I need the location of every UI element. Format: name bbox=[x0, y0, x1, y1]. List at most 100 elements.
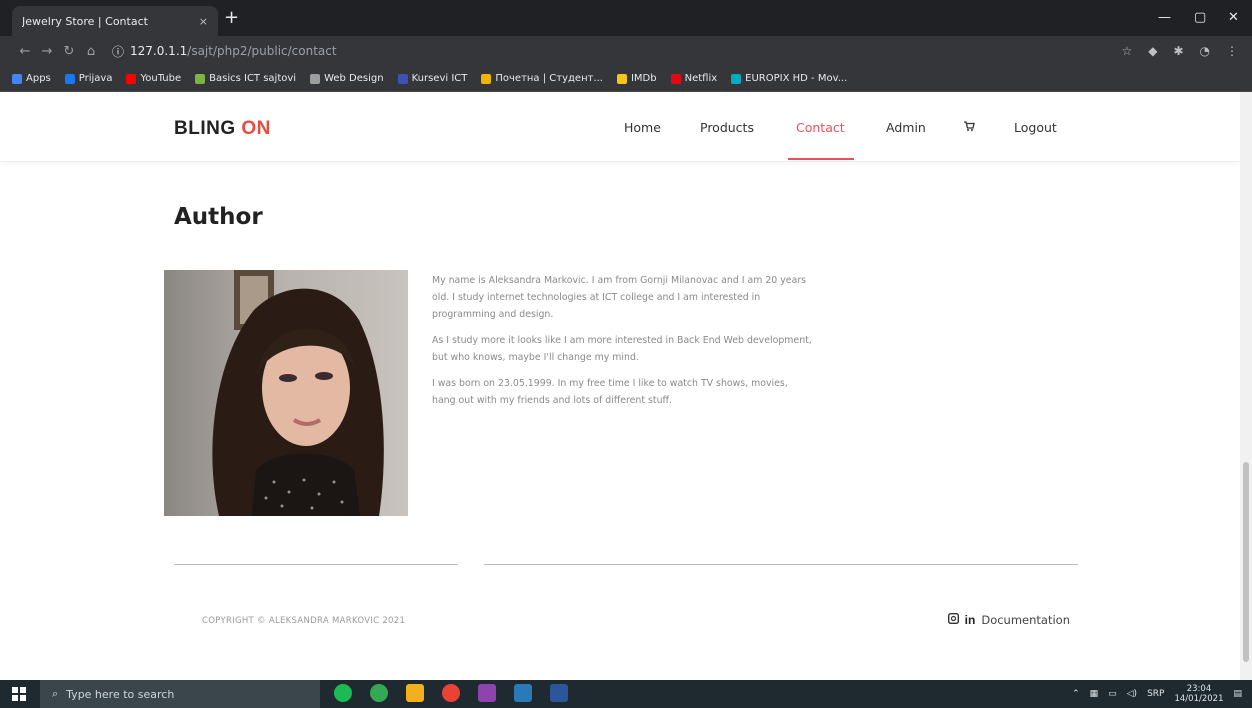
browser-tab[interactable]: Jewelry Store | Contact × bbox=[12, 6, 218, 36]
volume-icon[interactable]: ◁) bbox=[1127, 689, 1137, 699]
windows-start-icon[interactable] bbox=[12, 687, 26, 701]
address-bar-row: ← → ↻ ⌂ ⓘ 127.0.1.1/sajt/php2/public/con… bbox=[0, 36, 1252, 66]
bookmark-item[interactable]: Netflix bbox=[670, 73, 718, 84]
bookmark-label: Basics ICT sajtovi bbox=[209, 73, 297, 84]
bookmark-item[interactable]: Web Design bbox=[310, 73, 384, 84]
bookmark-item[interactable]: IMDb bbox=[616, 73, 657, 84]
bookmark-icon bbox=[397, 73, 408, 84]
bookmark-item[interactable]: Prijava bbox=[64, 73, 113, 84]
scrollbar-thumb[interactable] bbox=[1243, 462, 1249, 662]
close-window-icon[interactable]: ✕ bbox=[1228, 10, 1239, 25]
windows-taskbar: ⌕ Type here to search ⌃ ▦ ▭ ◁) SRP 23:04… bbox=[0, 680, 1252, 708]
info-icon: ⓘ bbox=[112, 44, 125, 59]
chrome-icon[interactable] bbox=[442, 684, 460, 702]
author-photo bbox=[164, 270, 408, 516]
nav-logout[interactable]: Logout bbox=[1014, 120, 1057, 135]
search-icon: ⌕ bbox=[52, 687, 59, 700]
bookmark-label: YouTube bbox=[140, 73, 182, 84]
bookmark-item[interactable]: Почетна | Студент... bbox=[481, 73, 603, 84]
taskbar-search[interactable]: ⌕ Type here to search bbox=[40, 680, 320, 708]
back-icon[interactable]: ← bbox=[14, 44, 36, 59]
author-bio: My name is Aleksandra Markovic. I am fro… bbox=[432, 272, 812, 418]
minimize-icon[interactable]: — bbox=[1158, 10, 1171, 25]
menu-dots-icon[interactable]: ⋮ bbox=[1226, 44, 1238, 58]
forward-icon[interactable]: → bbox=[36, 44, 58, 59]
bookmark-label: Kursevi ICT bbox=[411, 73, 468, 84]
app-icon[interactable] bbox=[370, 684, 388, 702]
system-tray: ⌃ ▦ ▭ ◁) SRP 23:04 14/01/2021 ▤ bbox=[1072, 684, 1242, 704]
language-indicator[interactable]: SRP bbox=[1147, 689, 1164, 699]
footer-divider-left bbox=[174, 564, 458, 565]
instagram-icon[interactable] bbox=[947, 612, 959, 627]
chevron-up-icon[interactable]: ⌃ bbox=[1072, 689, 1080, 699]
bookmark-label: Netflix bbox=[684, 73, 718, 84]
maximize-icon[interactable]: ▢ bbox=[1194, 10, 1206, 25]
nav-contact[interactable]: Contact bbox=[796, 120, 845, 135]
bookmark-icon bbox=[12, 73, 22, 84]
extension-icons: ☆ ◆ ✱ ◔ ⋮ bbox=[1121, 44, 1238, 58]
bookmark-label: Web Design bbox=[324, 73, 384, 84]
network-icon[interactable]: ▦ bbox=[1090, 689, 1099, 699]
bookmark-item[interactable]: YouTube bbox=[126, 73, 181, 84]
footer-links: in Documentation bbox=[947, 612, 1070, 627]
new-tab-button[interactable]: + bbox=[224, 8, 239, 28]
bookmark-label: EUROPIX HD - Mov... bbox=[745, 73, 848, 84]
bio-paragraph: As I study more it looks like I am more … bbox=[432, 335, 812, 363]
app-icon[interactable] bbox=[478, 684, 496, 702]
profile-icon[interactable]: ◔ bbox=[1200, 44, 1210, 58]
puzzle-icon[interactable]: ✱ bbox=[1173, 44, 1183, 58]
bookmark-label: IMDb bbox=[630, 73, 657, 84]
clock[interactable]: 23:04 14/01/2021 bbox=[1174, 684, 1223, 704]
bookmark-item[interactable]: EUROPIX HD - Mov... bbox=[731, 73, 847, 84]
page-title: Author bbox=[174, 204, 263, 230]
bookmark-icon bbox=[481, 73, 492, 84]
page: BLING ON Home Products Contact Admin Log… bbox=[0, 92, 1240, 680]
bookmark-item[interactable]: Basics ICT sajtovi bbox=[195, 73, 296, 84]
url-host: 127.0.1.1 bbox=[130, 44, 188, 58]
nav-home[interactable]: Home bbox=[624, 120, 661, 135]
bookmark-icon bbox=[126, 73, 137, 84]
bookmark-item[interactable]: Kursevi ICT bbox=[397, 73, 468, 84]
url-field[interactable]: ⓘ 127.0.1.1/sajt/php2/public/contact bbox=[112, 43, 337, 60]
cart-icon[interactable] bbox=[963, 120, 975, 135]
home-icon[interactable]: ⌂ bbox=[80, 44, 102, 59]
nav-admin[interactable]: Admin bbox=[886, 120, 926, 135]
footer-divider-right bbox=[484, 564, 1078, 565]
browser-tab-bar: Jewelry Store | Contact × + — ▢ ✕ bbox=[0, 0, 1252, 36]
site-logo[interactable]: BLING ON bbox=[174, 118, 271, 140]
extension-icon[interactable]: ◆ bbox=[1148, 44, 1157, 58]
spotify-icon[interactable] bbox=[334, 684, 352, 702]
documentation-link[interactable]: Documentation bbox=[981, 613, 1070, 627]
nav-products[interactable]: Products bbox=[700, 120, 754, 135]
bookmark-icon bbox=[731, 73, 742, 84]
reload-icon[interactable]: ↻ bbox=[58, 44, 80, 59]
bookmark-label: Apps bbox=[26, 73, 51, 84]
tab-title: Jewelry Store | Contact bbox=[22, 14, 148, 28]
bio-paragraph: My name is Aleksandra Markovic. I am fro… bbox=[432, 275, 807, 320]
bookmark-icon bbox=[616, 73, 627, 84]
bookmark-icon bbox=[64, 73, 75, 84]
url-path: /sajt/php2/public/contact bbox=[187, 44, 337, 58]
word-icon[interactable] bbox=[550, 684, 568, 702]
bookmarks-bar: Apps Prijava YouTube Basics ICT sajtovi Web … bbox=[0, 66, 1252, 92]
bookmark-icon bbox=[310, 73, 321, 84]
file-explorer-icon[interactable] bbox=[406, 684, 424, 702]
page-scrollbar[interactable] bbox=[1240, 92, 1252, 680]
taskbar-apps bbox=[334, 684, 568, 702]
linkedin-icon[interactable]: in bbox=[965, 613, 976, 627]
active-nav-underline bbox=[788, 158, 854, 160]
app-icon[interactable] bbox=[514, 684, 532, 702]
bookmark-item[interactable]: Apps bbox=[12, 73, 51, 84]
star-icon[interactable]: ☆ bbox=[1121, 44, 1132, 58]
copyright-text: COPYRIGHT © ALEKSANDRA MARKOVIC 2021 bbox=[202, 616, 406, 626]
notifications-icon[interactable]: ▤ bbox=[1233, 689, 1242, 699]
site-header: BLING ON Home Products Contact Admin Log… bbox=[0, 92, 1240, 162]
bio-paragraph: I was born on 23.05.1999. In my free tim… bbox=[432, 378, 788, 406]
bookmark-icon bbox=[670, 73, 681, 84]
bookmark-label: Почетна | Студент... bbox=[495, 73, 603, 84]
bookmark-label: Prijava bbox=[78, 73, 113, 84]
battery-icon[interactable]: ▭ bbox=[1108, 689, 1117, 699]
taskbar-search-placeholder: Type here to search bbox=[66, 687, 175, 701]
bookmark-icon bbox=[195, 73, 206, 84]
close-tab-icon[interactable]: × bbox=[199, 15, 208, 28]
